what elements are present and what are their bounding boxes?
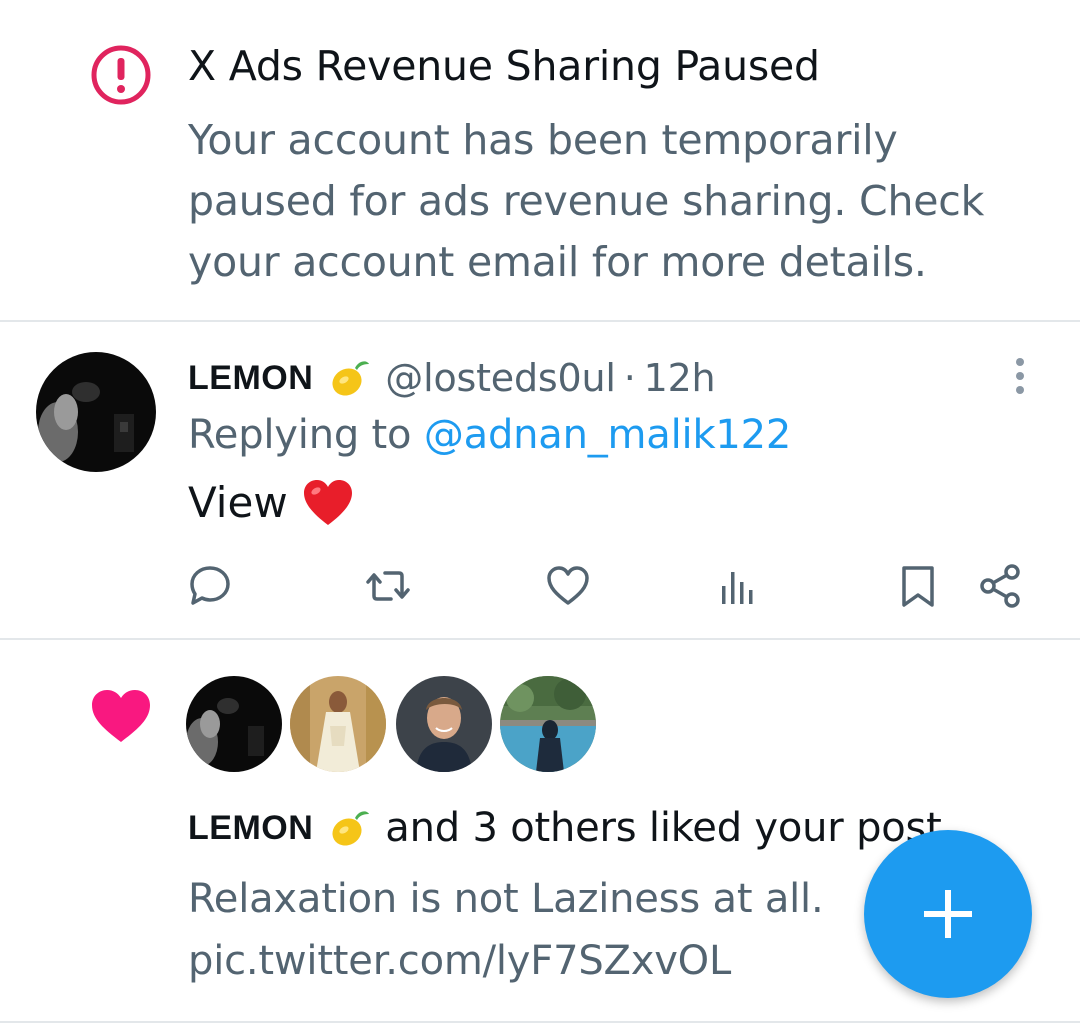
author-handle[interactable]: @losteds0ul [385, 356, 616, 400]
liked-post-text: Relaxation is not Laziness at all. pic.t… [188, 868, 888, 992]
notification-title: X Ads Revenue Sharing Paused [188, 42, 820, 90]
lemon-emoji-icon [332, 361, 370, 396]
reply-icon[interactable] [186, 562, 234, 610]
replying-to-link[interactable]: @adnan_malik122 [424, 412, 792, 458]
views-icon[interactable] [714, 562, 762, 610]
retweet-icon[interactable] [364, 562, 412, 610]
author-name[interactable]: LEMON [188, 359, 313, 398]
tweet-text: View [188, 478, 354, 527]
tweet-text-content: View [188, 478, 288, 527]
red-heart-emoji-icon [303, 479, 352, 525]
tweet-time[interactable]: 12h [644, 356, 716, 400]
likers-rest-text: and 3 others liked your post [385, 805, 942, 851]
alert-circle-icon [91, 45, 151, 105]
notification-ads-paused[interactable]: X Ads Revenue Sharing Paused Your accoun… [0, 0, 1080, 322]
like-icon[interactable] [544, 562, 592, 610]
divider [0, 1021, 1080, 1023]
avatar[interactable] [396, 676, 492, 772]
avatar[interactable] [290, 676, 386, 772]
share-icon[interactable] [976, 562, 1024, 610]
lemon-emoji-icon [332, 811, 370, 846]
tweet-header: LEMON @losteds0ul · 12h [188, 350, 716, 406]
more-options-icon[interactable] [1012, 356, 1028, 396]
post-link[interactable]: pic.twitter.com/lyF7SZxvOL [188, 930, 888, 992]
replying-prefix: Replying to [188, 412, 412, 458]
likers-line: LEMON and 3 others liked your post [188, 800, 942, 856]
avatar[interactable] [186, 676, 282, 772]
liker-name[interactable]: LEMON [188, 809, 313, 848]
plus-icon [924, 890, 972, 938]
separator-dot: · [623, 356, 636, 400]
compose-button[interactable] [864, 830, 1032, 998]
heart-icon [92, 690, 150, 742]
notification-body: Your account has been temporarily paused… [188, 116, 985, 286]
avatar[interactable] [36, 352, 156, 472]
replying-to-line: Replying to @adnan_malik122 [188, 412, 791, 458]
bookmark-icon[interactable] [894, 562, 942, 610]
post-text-line: Relaxation is not Laziness at all. [188, 876, 824, 922]
avatar[interactable] [500, 676, 596, 772]
